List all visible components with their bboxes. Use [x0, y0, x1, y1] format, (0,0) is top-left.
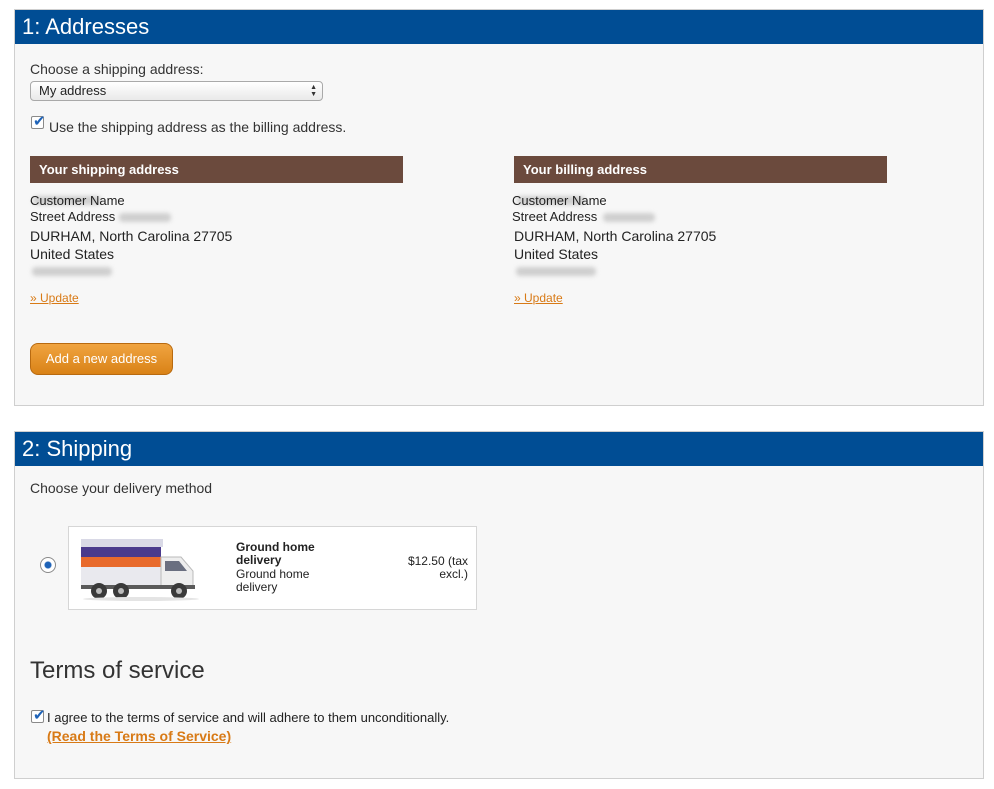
- billing-city-line: DURHAM, North Carolina 27705: [514, 228, 717, 244]
- carrier-price: $12.50 (tax excl.): [407, 554, 468, 581]
- redacted-text: [119, 213, 171, 222]
- shipping-section: 2: Shipping Choose your delivery method …: [14, 431, 984, 779]
- delivery-option-radio[interactable]: [40, 557, 56, 573]
- redacted-text: [603, 213, 655, 222]
- delivery-option-card[interactable]: Ground home delivery Ground home deliver…: [68, 526, 477, 610]
- check-icon: ✔: [33, 707, 46, 724]
- billing-update-link[interactable]: » Update: [514, 291, 563, 305]
- tos-agree-checkbox[interactable]: ✔: [31, 707, 46, 724]
- shipping-address-heading: Your shipping address: [30, 156, 403, 183]
- shipping-header: 2: Shipping: [15, 432, 983, 466]
- shipping-city-line: DURHAM, North Carolina 27705: [30, 228, 233, 244]
- same-billing-label: Use the shipping address as the billing …: [49, 119, 347, 135]
- addresses-header: 1: Addresses: [15, 10, 983, 44]
- terms-of-service-title: Terms of service: [30, 657, 205, 684]
- shipping-name: Customer Name: [30, 193, 125, 208]
- shipping-street: Street Address: [30, 209, 116, 224]
- redacted-text: [32, 267, 112, 276]
- carrier-name: Ground home delivery: [236, 540, 315, 567]
- billing-name: Customer Name: [512, 193, 607, 208]
- shipping-country: United States: [30, 246, 115, 262]
- carrier-description: Ground home delivery: [236, 567, 310, 594]
- selected-address-value: My address: [39, 83, 107, 98]
- tos-agree-label: I agree to the terms of service and will…: [47, 710, 450, 725]
- billing-country: United States: [514, 246, 599, 262]
- delivery-truck-icon: [81, 539, 199, 601]
- delivery-method-label: Choose your delivery method: [30, 480, 213, 496]
- check-icon: ✔: [33, 113, 46, 130]
- select-arrows-icon: ▲ ▼: [310, 84, 317, 98]
- add-new-address-button[interactable]: Add a new address: [30, 343, 173, 375]
- shipping-address-select[interactable]: My address ▲ ▼: [30, 81, 323, 101]
- read-tos-link[interactable]: (Read the Terms of Service): [47, 728, 231, 744]
- redacted-text: [516, 267, 596, 276]
- same-billing-checkbox[interactable]: ✔: [31, 113, 46, 130]
- shipping-update-link[interactable]: » Update: [30, 291, 79, 305]
- billing-street: Street Address: [512, 209, 598, 224]
- billing-address-heading: Your billing address: [514, 156, 887, 183]
- choose-address-label: Choose a shipping address:: [30, 61, 204, 77]
- addresses-section: 1: Addresses Choose a shipping address: …: [14, 9, 984, 406]
